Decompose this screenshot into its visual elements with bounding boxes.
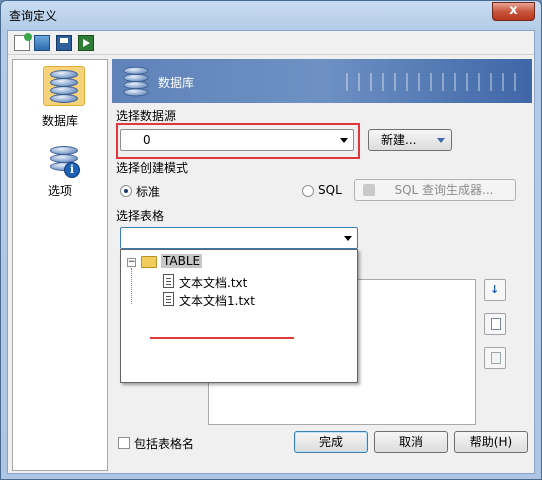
tree-item[interactable]: 文本文档.txt — [179, 274, 247, 291]
options-icon: i — [50, 146, 80, 180]
run-icon[interactable] — [78, 35, 94, 51]
query-builder-icon — [363, 184, 375, 196]
sql-label: SQL — [318, 183, 342, 197]
open-icon[interactable] — [34, 35, 50, 51]
include-table-name-checkbox[interactable] — [118, 437, 130, 449]
dialog-window: 查询定义 x 数据库 i 选项 数据库 选择数据源 0 新建... 选择创建模式… — [0, 0, 542, 480]
help-button[interactable]: 帮助(H) — [454, 431, 528, 453]
standard-radio[interactable] — [120, 185, 132, 197]
standard-label: 标准 — [136, 185, 161, 199]
table-select[interactable] — [120, 227, 358, 249]
tree-line — [131, 268, 132, 304]
save-icon[interactable] — [56, 35, 72, 51]
table-label: 选择表格 — [116, 209, 165, 223]
sort-az-button[interactable]: ↓ — [484, 279, 506, 301]
collapse-icon[interactable]: − — [127, 258, 136, 267]
red-underline — [150, 337, 294, 339]
new-datasource-button[interactable]: 新建... — [368, 129, 452, 151]
new-icon[interactable] — [14, 33, 32, 51]
new-button-label: 新建... — [381, 133, 417, 147]
sidebar: 数据库 i 选项 — [12, 59, 108, 471]
chevron-down-icon — [437, 138, 445, 143]
finish-button[interactable]: 完成 — [294, 431, 368, 453]
datasource-value: 0 — [143, 133, 151, 147]
datasource-label: 选择数据源 — [116, 109, 177, 123]
tree-root[interactable]: TABLE — [161, 254, 203, 268]
tree-item[interactable]: 文本文档1.txt — [179, 292, 255, 309]
sidebar-item-database[interactable]: 数据库 — [13, 64, 107, 132]
include-table-name-label: 包括表格名 — [134, 437, 195, 451]
clear-button[interactable] — [484, 347, 506, 369]
datasource-select[interactable]: 0 — [120, 129, 354, 151]
banner: 数据库 — [112, 59, 532, 103]
close-button[interactable]: x — [492, 2, 535, 21]
database-icon — [123, 66, 149, 98]
sql-builder-label: SQL 查询生成器... — [394, 183, 494, 197]
mode-label: 选择创建模式 — [116, 161, 189, 175]
folder-icon — [141, 256, 157, 268]
window-title: 查询定义 — [9, 9, 58, 23]
sidebar-item-label: 选项 — [47, 184, 72, 198]
toolbar — [8, 31, 534, 55]
title-bar[interactable]: 查询定义 x — [1, 1, 541, 31]
table-dropdown[interactable]: − TABLE 文本文档.txt 文本文档1.txt — [120, 249, 358, 383]
dialog-client: 数据库 i 选项 数据库 选择数据源 0 新建... 选择创建模式 标准 SQL… — [7, 30, 535, 474]
main-panel: 数据库 选择数据源 0 新建... 选择创建模式 标准 SQL SQL 查询生成… — [112, 59, 532, 471]
document-icon — [163, 292, 174, 306]
database-icon — [50, 70, 78, 104]
check-button[interactable] — [484, 313, 506, 335]
chevron-down-icon — [344, 236, 352, 241]
banner-title: 数据库 — [158, 76, 195, 90]
cancel-button[interactable]: 取消 — [374, 431, 448, 453]
banner-decoration — [346, 73, 526, 91]
chevron-down-icon — [340, 138, 348, 143]
sql-builder-button[interactable]: SQL 查询生成器... — [354, 179, 516, 201]
sidebar-item-options[interactable]: i 选项 — [13, 142, 107, 210]
sql-radio[interactable] — [302, 185, 314, 197]
document-icon — [163, 274, 174, 288]
sidebar-item-label: 数据库 — [41, 114, 78, 128]
